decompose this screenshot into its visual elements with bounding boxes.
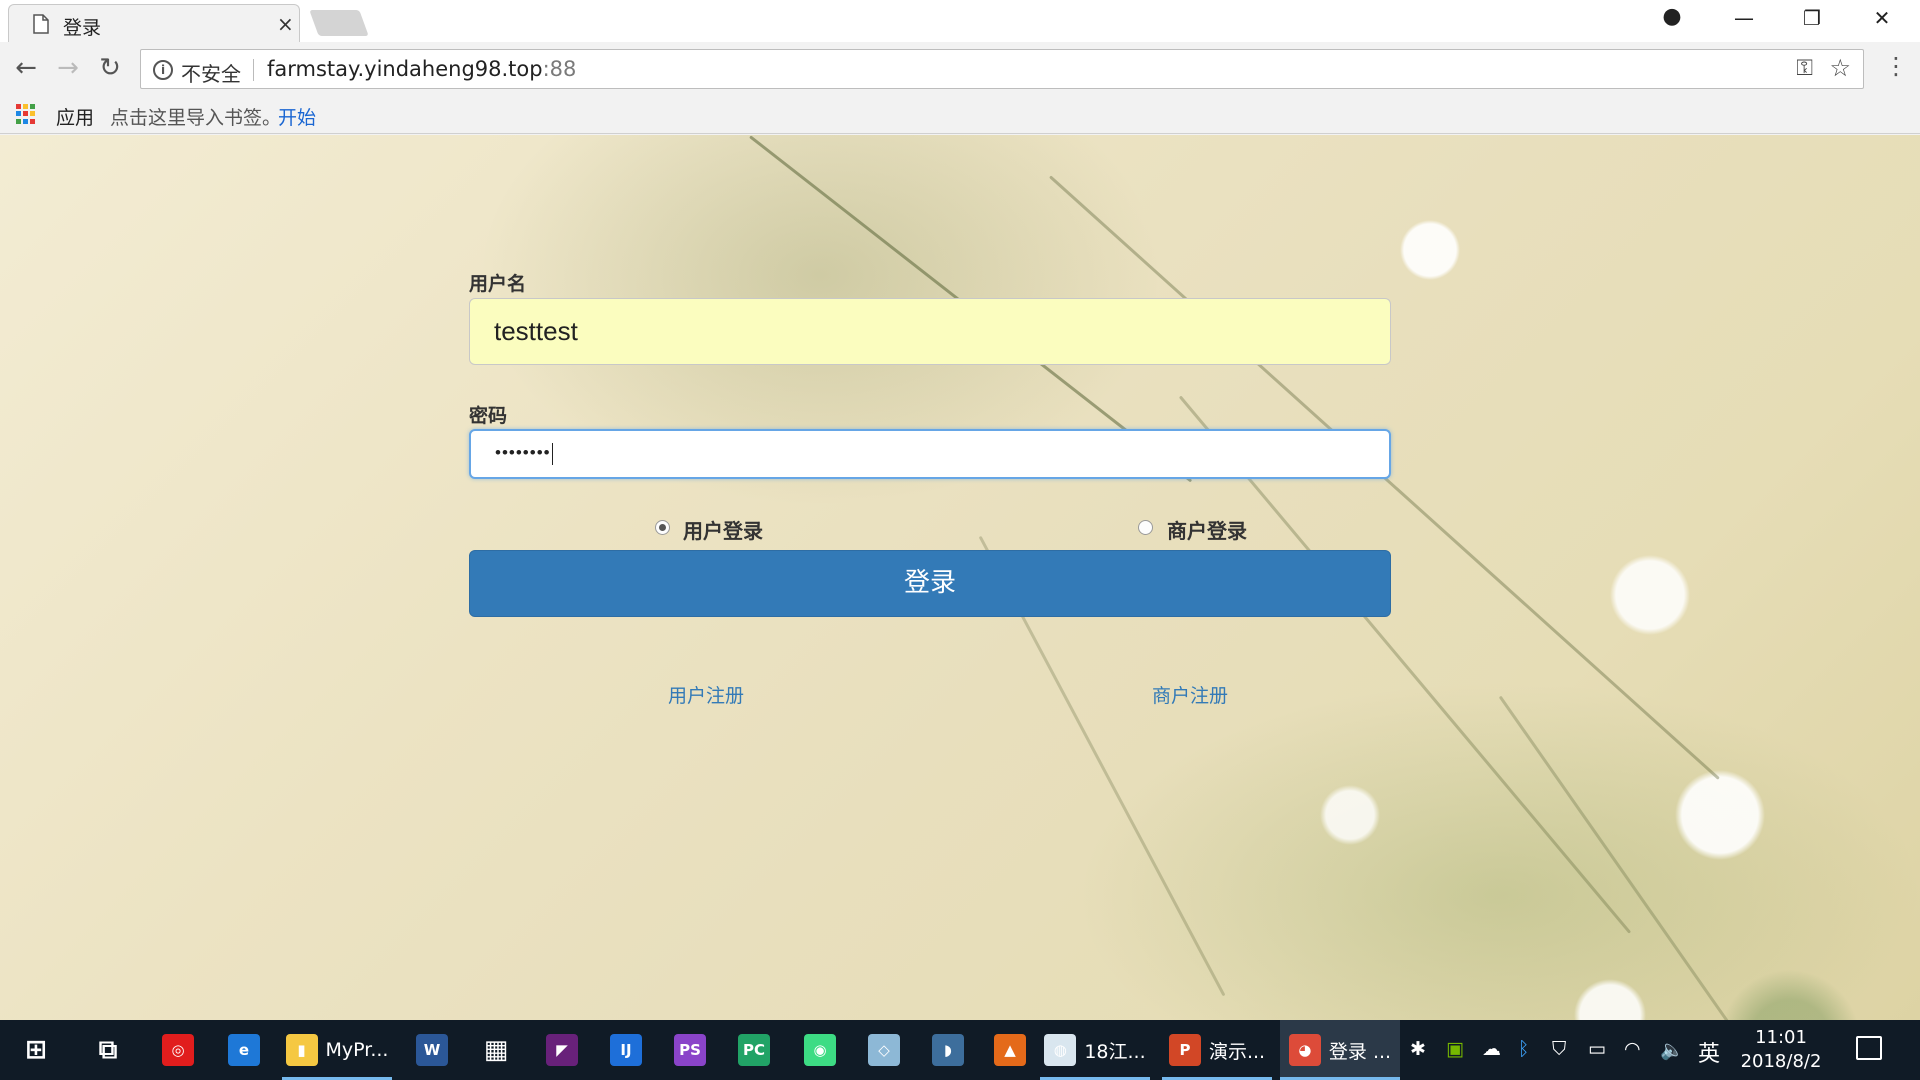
taskbar-pycharm-button[interactable]: PC — [726, 1020, 782, 1080]
apps-grid-icon[interactable] — [16, 104, 36, 124]
background-stalk — [1498, 695, 1789, 1020]
tray-app-icon[interactable]: ✱ — [1410, 1038, 1426, 1060]
taskbar-phpstorm-button[interactable]: PS — [662, 1020, 718, 1080]
role-merchant-label[interactable]: 商户登录 — [1167, 515, 1247, 544]
taskbar-file-explorer-label: MyPr... — [325, 1039, 389, 1061]
bookmark-import-hint: 点击这里导入书签。 — [110, 107, 282, 129]
browser-toolbar: ← → ↻ i 不安全 farmstay.yindaheng98.top:88 … — [0, 42, 1920, 94]
taskbar-task-view-button[interactable]: ⧉ — [84, 1020, 132, 1080]
word-icon: W — [416, 1034, 448, 1066]
user-register-link[interactable]: 用户注册 — [668, 681, 744, 708]
taskbar-powerpoint-label: 演示... — [1208, 1040, 1266, 1063]
url-host: farmstay.yindaheng98.top — [267, 57, 543, 81]
profile-icon[interactable]: ● — [1652, 4, 1692, 34]
ime-indicator[interactable]: 英 — [1698, 1036, 1720, 1068]
bookmarks-bar: 应用 点击这里导入书签。 开始 — [0, 94, 1920, 134]
android-studio-icon: ◉ — [804, 1034, 836, 1066]
close-window-button[interactable]: ✕ — [1862, 6, 1902, 36]
chrome-icon: ◕ — [1288, 1034, 1321, 1066]
taskbar-word-button[interactable]: W — [404, 1020, 460, 1080]
notepad-app-icon: ◇ — [868, 1034, 900, 1066]
bluetooth-icon[interactable]: ᛒ — [1518, 1038, 1529, 1060]
task-view-icon: ⧉ — [98, 1034, 118, 1065]
volume-icon[interactable]: 🔈 — [1660, 1038, 1684, 1061]
page-icon — [33, 14, 49, 34]
password-label: 密码 — [469, 405, 508, 427]
school-app-icon: ◍ — [1044, 1034, 1077, 1066]
tab-close-icon[interactable]: × — [277, 12, 294, 36]
password-mask: •••••••• — [495, 443, 551, 462]
system-clock[interactable]: 11:01 2018/8/2 — [1740, 1026, 1822, 1074]
forward-arrow-icon[interactable]: → — [50, 50, 86, 86]
clock-date: 2018/8/2 — [1740, 1051, 1822, 1072]
url-port: :88 — [542, 57, 577, 81]
windows-taskbar: ⊞ ⧉ ◎ e ▮ MyPr... W ▦ ◤ IJ PS PC ◉ ◇ ◗ ▲ ◍ 18江... P 演示... ◕ 登… — [0, 1020, 1920, 1080]
phpstorm-icon: PS — [674, 1034, 706, 1066]
taskbar-edge-button[interactable]: e — [216, 1020, 272, 1080]
taskbar-mysql-workbench-button[interactable]: ◗ — [920, 1020, 976, 1080]
taskbar-file-explorer-button[interactable]: ▮ MyPr... — [282, 1020, 392, 1080]
address-divider — [253, 59, 254, 81]
taskbar-netease-music-button[interactable]: ◎ — [150, 1020, 206, 1080]
tab-title: 登录 — [63, 17, 102, 39]
powerpoint-icon: P — [1168, 1034, 1201, 1066]
address-bar[interactable]: i 不安全 farmstay.yindaheng98.top:88 ⚿ ☆ — [140, 49, 1864, 89]
file-explorer-icon: ▮ — [285, 1034, 318, 1066]
mysql-workbench-icon: ◗ — [932, 1034, 964, 1066]
battery-icon[interactable]: ▭ — [1588, 1038, 1606, 1060]
browser-tab-strip: 登录 × ● — ❐ ✕ — [0, 0, 1920, 42]
restore-button[interactable]: ❐ — [1792, 6, 1832, 36]
pycharm-icon: PC — [738, 1034, 770, 1066]
bookmark-start-link[interactable]: 开始 — [278, 103, 316, 130]
clock-time: 11:01 — [1755, 1027, 1807, 1048]
action-center-icon[interactable] — [1856, 1036, 1882, 1060]
calculator-icon: ▦ — [483, 1035, 509, 1065]
visual-studio-icon: ◤ — [546, 1034, 578, 1066]
url-text[interactable]: farmstay.yindaheng98.top:88 — [267, 57, 576, 81]
matlab-icon: ▲ — [994, 1034, 1026, 1066]
taskbar-android-studio-button[interactable]: ◉ — [792, 1020, 848, 1080]
merchant-register-link[interactable]: 商户注册 — [1152, 681, 1228, 708]
intellij-icon: IJ — [610, 1034, 642, 1066]
wifi-icon[interactable]: ◠ — [1624, 1038, 1641, 1060]
back-arrow-icon[interactable]: ← — [8, 50, 44, 86]
username-input[interactable]: testtest — [469, 298, 1391, 365]
new-tab-button[interactable] — [309, 10, 369, 36]
security-label[interactable]: 不安全 — [181, 58, 241, 87]
role-merchant-radio[interactable] — [1138, 520, 1153, 535]
apps-label[interactable]: 应用 — [56, 103, 94, 130]
taskbar-matlab-button[interactable]: ▲ — [982, 1020, 1038, 1080]
taskbar-windows-start-button[interactable]: ⊞ — [12, 1020, 60, 1080]
key-icon[interactable]: ⚿ — [1796, 56, 1813, 81]
defender-icon[interactable]: ⛉ — [1552, 1038, 1566, 1060]
taskbar-visual-studio-button[interactable]: ◤ — [534, 1020, 590, 1080]
taskbar-school-app-button[interactable]: ◍ 18江... — [1040, 1020, 1150, 1080]
taskbar-intellij-button[interactable]: IJ — [598, 1020, 654, 1080]
minimize-button[interactable]: — — [1724, 6, 1764, 36]
windows-start-icon: ⊞ — [25, 1035, 47, 1065]
netease-music-icon: ◎ — [162, 1034, 194, 1066]
info-icon[interactable]: i — [153, 60, 173, 80]
bookmark-star-icon[interactable]: ☆ — [1829, 54, 1851, 82]
edge-icon: e — [228, 1034, 260, 1066]
text-caret — [551, 442, 553, 465]
password-input[interactable]: •••••••• — [469, 429, 1391, 479]
username-label: 用户名 — [469, 273, 527, 295]
taskbar-chrome-button[interactable]: ◕ 登录 ... — [1280, 1020, 1400, 1080]
taskbar-notepad-app-button[interactable]: ◇ — [856, 1020, 912, 1080]
page-viewport: 用户名 testtest 密码 •••••••• 用户登录 商户登录 登录 用户… — [0, 135, 1920, 1020]
taskbar-chrome-label: 登录 ... — [1328, 1040, 1392, 1063]
role-user-label[interactable]: 用户登录 — [683, 515, 763, 544]
browser-tab[interactable]: 登录 × — [8, 4, 300, 42]
nvidia-icon[interactable]: ▣ — [1446, 1038, 1464, 1060]
reload-icon[interactable]: ↻ — [92, 50, 128, 86]
login-button[interactable]: 登录 — [469, 550, 1391, 617]
taskbar-calculator-button[interactable]: ▦ — [468, 1020, 524, 1080]
menu-kebab-icon[interactable]: ⋮ — [1884, 52, 1908, 80]
taskbar-school-app-label: 18江... — [1084, 1040, 1146, 1063]
taskbar-powerpoint-button[interactable]: P 演示... — [1162, 1020, 1272, 1080]
role-user-radio[interactable] — [655, 520, 670, 535]
onedrive-icon[interactable]: ☁ — [1482, 1038, 1501, 1060]
